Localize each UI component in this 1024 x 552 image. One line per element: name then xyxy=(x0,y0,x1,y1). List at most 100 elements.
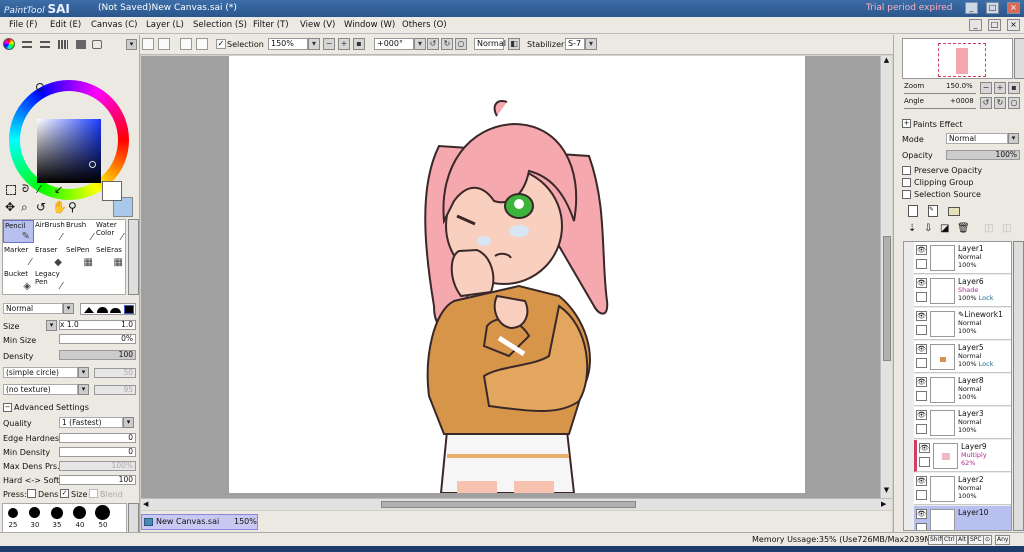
canvas-close-button[interactable]: × xyxy=(1007,19,1020,31)
brush-shape-field[interactable]: (simple circle) xyxy=(3,367,78,378)
eye-icon[interactable]: 👁 xyxy=(916,377,927,387)
scroll-left-icon[interactable]: ◀ xyxy=(143,500,148,508)
scroll-up-icon[interactable]: ▲ xyxy=(882,56,891,66)
nav-zoom-reset-button[interactable]: ▪ xyxy=(1008,82,1020,94)
layer-row[interactable]: 👁 Layer1 Normal 100% xyxy=(914,242,1011,274)
min-density-slider[interactable]: 0 xyxy=(59,447,136,457)
shape-strength-slider[interactable]: 50 xyxy=(94,368,136,378)
vertical-scrollbar[interactable]: ▲ ▼ xyxy=(880,56,892,498)
nav-rotate-reset-icon[interactable]: ○ xyxy=(1008,97,1020,109)
eye-icon[interactable]: 👁 xyxy=(916,311,927,321)
merge-down-icon[interactable]: ⇩ xyxy=(924,223,932,234)
rgb-slider-tab-icon[interactable] xyxy=(22,41,32,48)
zoom-field[interactable]: 150% xyxy=(268,38,308,50)
layer-lock-checkbox[interactable] xyxy=(916,424,927,434)
hide-selection-icon[interactable] xyxy=(196,38,208,50)
nav-zoom-in-button[interactable]: + xyxy=(994,82,1006,94)
maximize-button[interactable]: □ xyxy=(986,2,999,14)
layer-row[interactable]: 👁 ✎Linework1 Normal 100% xyxy=(914,308,1011,340)
selection-source-checkbox[interactable] xyxy=(902,190,911,199)
paints-effect-label[interactable]: Paints Effect xyxy=(913,120,963,129)
eye-icon[interactable]: 👁 xyxy=(916,509,927,519)
vertical-scroll-thumb[interactable] xyxy=(883,236,891,361)
advanced-settings-label[interactable]: Advanced Settings xyxy=(14,403,89,412)
quality-dropdown-icon[interactable]: ▾ xyxy=(123,417,134,428)
tool-legacy-pen[interactable]: Legacy Pen ⁄ xyxy=(34,269,65,292)
hue-marker[interactable] xyxy=(36,83,44,91)
nav-rotate-right-icon[interactable]: ↻ xyxy=(994,97,1006,109)
layer-row[interactable]: 👁 Layer8 Normal 100% xyxy=(914,374,1011,406)
stabilizer-dropdown-icon[interactable]: ▾ xyxy=(585,38,597,50)
eye-icon[interactable]: 👁 xyxy=(916,344,927,354)
tool-brush[interactable]: Brush ⁄ xyxy=(65,220,96,243)
new-linework-layer-icon[interactable]: ✎ xyxy=(928,205,938,217)
horizontal-scrollbar[interactable]: ◀ ▶ xyxy=(141,498,892,510)
swatches-tab-icon[interactable] xyxy=(58,40,68,49)
menu-window[interactable]: Window (W) xyxy=(344,20,395,30)
eye-icon[interactable]: 👁 xyxy=(916,410,927,420)
invert-selection-icon[interactable] xyxy=(158,38,170,50)
layer-row[interactable]: 👁 Layer3 Normal 100% xyxy=(914,407,1011,439)
press-blend-checkbox[interactable] xyxy=(89,489,98,498)
stabilizer-field[interactable]: S-7 xyxy=(565,38,585,50)
selection-checkbox[interactable]: ✓ xyxy=(216,39,226,49)
tool-grid-scrollbar[interactable] xyxy=(128,219,139,295)
eye-icon[interactable]: 👁 xyxy=(916,245,927,255)
magic-wand-icon[interactable]: ⁄ xyxy=(38,183,40,196)
navigator-viewport[interactable] xyxy=(938,43,986,77)
tool-eraser[interactable]: Eraser ◆ xyxy=(34,245,65,268)
tool-seleras[interactable]: SelEras ▦ xyxy=(95,245,126,268)
menu-edit[interactable]: Edit (E) xyxy=(50,20,81,30)
layer-lock-checkbox[interactable] xyxy=(916,358,927,368)
canvas-restore-button[interactable]: □ xyxy=(988,19,1001,31)
sharp-tip-icon[interactable] xyxy=(84,307,94,313)
texture-dropdown-icon[interactable]: ▾ xyxy=(78,384,89,395)
scroll-right-icon[interactable]: ▶ xyxy=(881,500,886,508)
soft-tip-icon[interactable] xyxy=(110,308,121,313)
brush-shape-dropdown-icon[interactable]: ▾ xyxy=(78,367,89,378)
zoom-reset-button[interactable]: ▪ xyxy=(353,38,365,50)
brush-shape-selector[interactable] xyxy=(80,303,136,315)
blend-mode-field[interactable]: Normal xyxy=(3,303,63,314)
quality-field[interactable]: 1 (Fastest) xyxy=(59,417,123,428)
rotation-dropdown-icon[interactable]: ▾ xyxy=(414,38,426,50)
hard-soft-slider[interactable]: 100 xyxy=(59,475,136,485)
edge-hardness-slider[interactable]: 0 xyxy=(59,433,136,443)
document-tab[interactable]: New Canvas.sai 150% xyxy=(141,514,258,530)
square-tip-icon[interactable] xyxy=(124,305,134,314)
nav-angle-slider[interactable] xyxy=(904,108,976,109)
hand-tool-icon[interactable]: ✋ xyxy=(52,200,67,214)
blend-mode-dropdown-icon[interactable]: ▾ xyxy=(63,303,74,314)
size-slider[interactable]: x 1.0 1.0 xyxy=(59,320,136,330)
density-slider[interactable]: 100 xyxy=(59,350,136,360)
saturation-value-square[interactable] xyxy=(37,119,101,183)
paints-effect-expand-icon[interactable]: + xyxy=(902,119,911,128)
move-icon[interactable]: ✥ xyxy=(5,200,15,214)
clear-layer-icon[interactable]: ◪ xyxy=(940,223,949,234)
tool-pencil[interactable]: Pencil ✎ xyxy=(3,220,34,243)
layer-row-selected[interactable]: 👁 Layer10 xyxy=(914,506,1011,530)
layer-opacity-slider[interactable]: 100% xyxy=(946,150,1020,160)
min-size-slider[interactable]: 0% xyxy=(59,334,136,344)
color-picker-tool-icon[interactable]: ⚲ xyxy=(68,200,77,214)
zoom-dropdown-icon[interactable]: ▾ xyxy=(308,38,320,50)
rotate-reset-icon[interactable]: ○ xyxy=(455,38,467,50)
layer-mode-field[interactable]: Normal xyxy=(946,133,1008,144)
flip-icon[interactable]: ◧ xyxy=(508,38,520,50)
primary-color-swatch[interactable] xyxy=(102,181,122,201)
layer-lock-checkbox[interactable] xyxy=(916,259,927,269)
layer-lock-checkbox[interactable] xyxy=(919,457,930,467)
nav-zoom-out-button[interactable]: − xyxy=(980,82,992,94)
layer-lock-checkbox[interactable] xyxy=(916,490,927,500)
texture-strength-slider[interactable]: 95 xyxy=(94,385,136,395)
color-wheel-tab-icon[interactable] xyxy=(3,38,15,50)
canvas-paper[interactable] xyxy=(229,56,805,494)
sv-marker[interactable] xyxy=(89,161,96,168)
size-dot-40[interactable] xyxy=(73,506,86,519)
medium-tip-icon[interactable] xyxy=(97,307,108,313)
tool-airbrush[interactable]: AirBrush ⁄ xyxy=(34,220,65,243)
show-selection-icon[interactable] xyxy=(180,38,192,50)
nav-rotate-left-icon[interactable]: ↺ xyxy=(980,97,992,109)
new-folder-icon[interactable] xyxy=(948,207,960,216)
eye-icon[interactable]: 👁 xyxy=(916,278,927,288)
